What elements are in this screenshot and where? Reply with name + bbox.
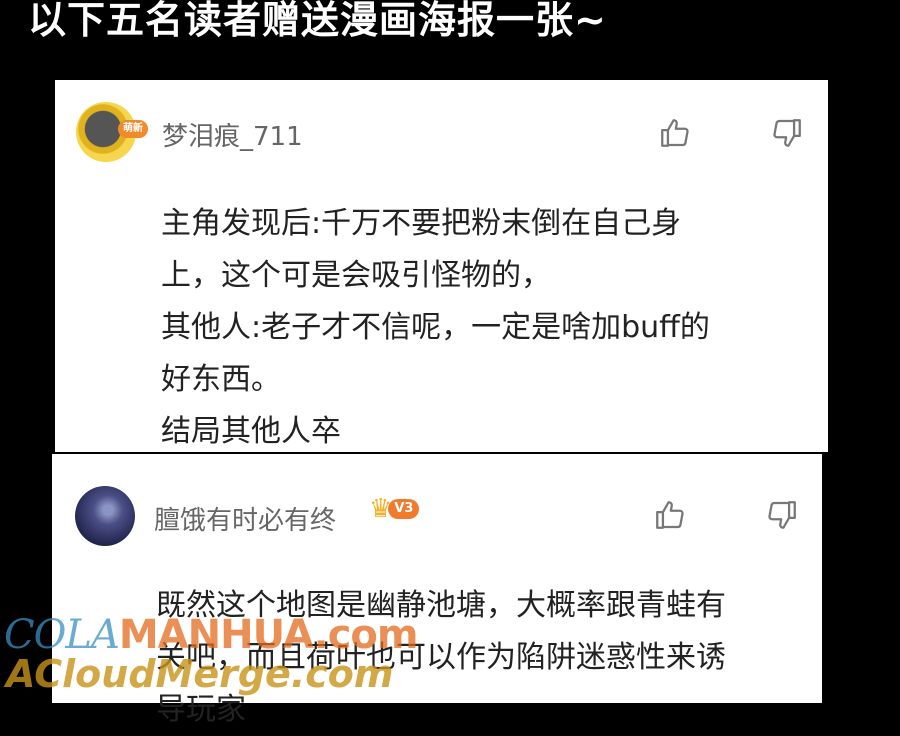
thumbs-up-icon[interactable] bbox=[658, 116, 692, 150]
thumbs-down-icon[interactable] bbox=[765, 498, 799, 532]
comment-line: 上，这个可是会吸引怪物的， bbox=[161, 258, 551, 293]
comment-line: 结局其他人卒 bbox=[161, 414, 341, 449]
comment-username[interactable]: 膻饿有时必有终 bbox=[154, 500, 336, 537]
comment-body: 主角发现后:千万不要把粉末倒在自己身 上，这个可是会吸引怪物的， 其他人:老子才… bbox=[161, 198, 801, 458]
watermark: ACloudMerge.com bbox=[6, 652, 394, 696]
comment-card: 萌新 梦泪痕_711 主角发现后:千万不要把粉末倒在自己身 上，这个可是会吸引怪… bbox=[55, 80, 828, 452]
comment-line: 主角发现后:千万不要把粉末倒在自己身 bbox=[161, 206, 682, 241]
avatar-badge: 萌新 bbox=[118, 120, 148, 138]
comment-username[interactable]: 梦泪痕_711 bbox=[162, 116, 303, 153]
thumbs-up-icon[interactable] bbox=[653, 498, 687, 532]
comment-line: 好东西。 bbox=[161, 362, 281, 397]
vip-badge: ♛ V3 bbox=[369, 496, 420, 522]
avatar[interactable] bbox=[75, 486, 135, 546]
comment-line: 其他人:老子才不信呢，一定是啥加buff的 bbox=[161, 310, 710, 345]
thumbs-down-icon[interactable] bbox=[770, 116, 804, 150]
banner-title: 以下五名读者赠送漫画海报一张~ bbox=[28, 0, 607, 42]
vip-level: V3 bbox=[388, 499, 420, 519]
avatar[interactable]: 萌新 bbox=[76, 102, 148, 162]
